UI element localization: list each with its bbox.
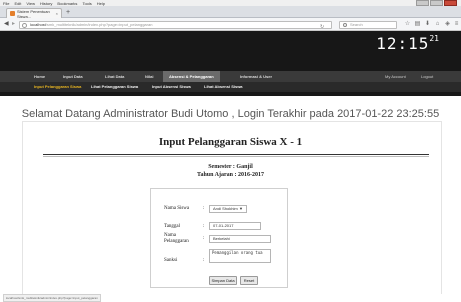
clock-seconds: 21 xyxy=(429,34,439,43)
simpan-data-button[interactable]: Simpan Data xyxy=(209,276,237,285)
menu-history[interactable]: History xyxy=(40,1,52,6)
colon: : xyxy=(203,258,205,263)
tahun-ajaran-label: Tahun Ajaran : 2016-2017 xyxy=(197,172,264,178)
sub-input-absensi[interactable]: Input Absensi Siswa xyxy=(152,82,191,92)
menu-edit[interactable]: Edit xyxy=(14,1,21,6)
sanksi-textarea[interactable]: Pemanggilan orang tua xyxy=(209,249,271,263)
search-box[interactable]: Search xyxy=(339,21,397,29)
site-info-icon[interactable] xyxy=(22,23,27,28)
url-bar[interactable]: localhost/smk_multiteknik/admin/index.ph… xyxy=(19,21,332,30)
menu-file[interactable]: File xyxy=(3,1,9,6)
hamburger-menu-icon[interactable]: ≡ xyxy=(453,21,460,28)
favicon-icon xyxy=(10,11,15,16)
menu-view[interactable]: View xyxy=(26,1,35,6)
browser-tab[interactable]: Sistem Penentuan Siswa... × xyxy=(6,8,62,19)
nama-siswa-label: Nama Siswa xyxy=(164,206,190,211)
colon: : xyxy=(203,224,205,229)
reload-icon[interactable]: ↻ xyxy=(320,25,324,30)
tab-bar: Sistem Penentuan Siswa... × + xyxy=(0,6,461,19)
bookmarks-menu-icon[interactable]: ▤ xyxy=(414,21,421,28)
sub-input-pelanggaran[interactable]: Input Pelanggaran Siswa xyxy=(34,82,81,92)
menu-bookmarks[interactable]: Bookmarks xyxy=(57,1,77,6)
sub-lihat-absensi[interactable]: Lihat Absensi Siswa xyxy=(204,82,243,92)
nav-absensi-pelanggaran[interactable]: Absensi & Pelanggaran xyxy=(163,71,220,82)
status-url: localhost/smk_multiteknik/admin/index.ph… xyxy=(3,294,101,302)
nama-siswa-select[interactable]: Andi Shokhim ▼ xyxy=(209,205,247,213)
menu-help[interactable]: Help xyxy=(97,1,105,6)
search-placeholder: Search xyxy=(350,22,363,27)
colon: : xyxy=(203,236,205,241)
sub-navigation: Input Pelanggaran Siswa Lihat Pelanggara… xyxy=(0,82,461,92)
back-button[interactable]: ◀ xyxy=(4,21,9,27)
tanggal-label: Tanggal xyxy=(164,224,181,229)
title-divider-secondary xyxy=(43,156,429,157)
tanggal-input[interactable]: 07-01-2017 xyxy=(209,222,261,230)
sanksi-label: Sanksi xyxy=(164,258,178,263)
tab-close-icon[interactable]: × xyxy=(56,11,58,16)
nav-home[interactable]: Home xyxy=(34,71,45,82)
digital-clock: 12:1521 xyxy=(376,34,439,53)
search-icon xyxy=(343,23,347,27)
my-account-link[interactable]: My Account xyxy=(385,71,406,82)
logout-link[interactable]: Logout xyxy=(421,71,433,82)
url-path: /smk_multiteknik/admin/index.php?page=in… xyxy=(45,22,153,27)
shield-icon[interactable]: ◈ xyxy=(444,21,451,28)
clock-time: 12:15 xyxy=(376,34,430,53)
form-title: Input Pelanggaran Siswa X - 1 xyxy=(158,136,303,148)
sub-lihat-pelanggaran[interactable]: Lihat Pelanggaran Siswa xyxy=(91,82,138,92)
nav-informasi-user[interactable]: Informasi & User xyxy=(240,71,272,82)
status-bar: localhost/smk_multiteknik/admin/index.ph… xyxy=(0,294,461,302)
nav-lihat-data[interactable]: Lihat Data xyxy=(105,71,124,82)
chevron-down-icon: ▼ xyxy=(239,206,243,211)
nama-pelanggaran-input[interactable]: Berkelahi xyxy=(209,235,271,243)
semester-label: Semester : Ganjil xyxy=(208,164,253,170)
home-icon[interactable]: ⌂ xyxy=(434,21,441,28)
url-host: localhost xyxy=(30,22,46,27)
nav-nilai[interactable]: Nilai xyxy=(145,71,153,82)
download-icon[interactable]: ⬇ xyxy=(424,21,431,28)
nama-pelanggaran-label: Nama Pelanggaran xyxy=(164,233,189,244)
title-divider xyxy=(43,154,429,155)
bookmark-star-icon[interactable]: ☆ xyxy=(404,21,411,28)
main-navigation: Home Input Data Lihat Data Nilai Absensi… xyxy=(0,71,461,82)
tab-title: Sistem Penentuan Siswa... xyxy=(17,8,50,19)
reset-button[interactable]: Reset xyxy=(240,276,258,285)
site-header: 12:1521 Home Input Data Lihat Data Nilai… xyxy=(0,31,461,96)
nama-siswa-value: Andi Shokhim xyxy=(213,206,238,211)
new-tab-button[interactable]: + xyxy=(66,9,70,16)
welcome-message: Selamat Datang Administrator Budi Utomo … xyxy=(21,108,440,120)
colon: : xyxy=(203,206,205,211)
forward-button[interactable]: ▸ xyxy=(12,21,15,27)
nav-input-data[interactable]: Input Data xyxy=(63,71,83,82)
menu-tools[interactable]: Tools xyxy=(82,1,91,6)
navigation-bar: ◀ ▸ localhost/smk_multiteknik/admin/inde… xyxy=(0,18,461,31)
